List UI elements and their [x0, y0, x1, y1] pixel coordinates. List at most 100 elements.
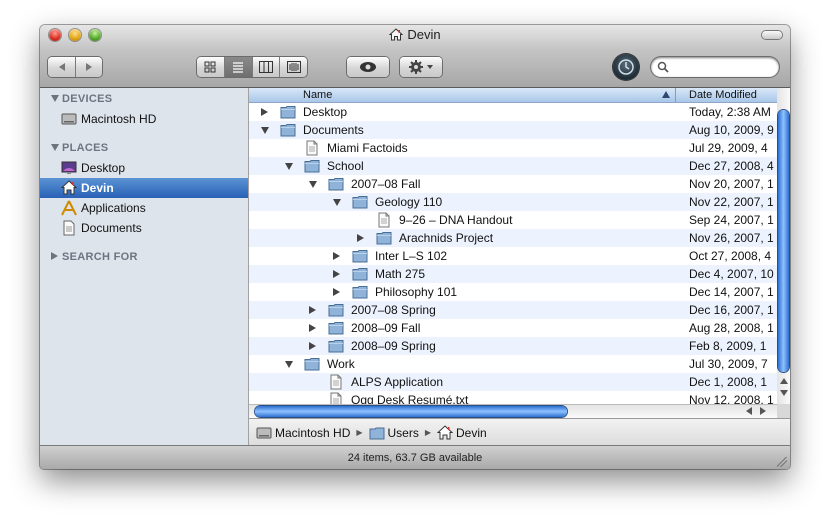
titlebar: Devin [40, 25, 790, 88]
row-name: Arachnids Project [399, 231, 494, 245]
list-row[interactable]: Geology 110 Nov 22, 2007, 1 [249, 193, 777, 211]
home-icon [61, 180, 77, 195]
disclosure-open-icon[interactable] [285, 361, 293, 368]
disclosure-closed-icon[interactable] [309, 324, 316, 332]
disclosure-closed-icon[interactable] [309, 342, 316, 350]
list-row[interactable]: Inter L–S 102 Oct 27, 2008, 4 [249, 247, 777, 265]
document-icon [328, 374, 344, 390]
list-row[interactable]: Math 275 Dec 4, 2007, 10 [249, 265, 777, 283]
vertical-scroll-thumb[interactable] [778, 110, 789, 372]
sidebar-item-documents[interactable]: Documents [40, 218, 248, 238]
vertical-scrollbar[interactable] [777, 88, 790, 404]
path-item-users[interactable]: Users [369, 425, 419, 441]
path-item-macintosh-hd[interactable]: Macintosh HD [256, 425, 350, 441]
list-row[interactable]: School Dec 27, 2008, 4 [249, 157, 777, 175]
eye-icon [360, 62, 376, 72]
list-row[interactable]: Documents Aug 10, 2009, 9 [249, 121, 777, 139]
resize-grip-icon[interactable] [777, 457, 787, 467]
back-button[interactable] [48, 57, 76, 77]
scroll-right-arrow-icon[interactable] [760, 407, 766, 415]
list-row[interactable]: 9–26 – DNA Handout Sep 24, 2007, 1 [249, 211, 777, 229]
disclosure-closed-icon[interactable] [333, 252, 340, 260]
row-name: 9–26 – DNA Handout [399, 213, 513, 227]
disclosure-closed-icon[interactable] [357, 234, 364, 242]
toolbar-toggle-button[interactable] [762, 31, 782, 39]
sidebar-item-devin[interactable]: Devin [40, 178, 248, 198]
status-text: 24 items, 63.7 GB available [347, 452, 483, 464]
icon-grid-icon [204, 61, 216, 73]
row-date-modified: Dec 4, 2007, 10 [689, 267, 774, 281]
sort-ascending-icon [662, 91, 670, 98]
list-row[interactable]: Ogg Desk Resumé.txt Nov 12, 2008, 1 [249, 391, 777, 404]
row-name: Geology 110 [375, 195, 443, 209]
row-date-modified: Aug 10, 2009, 9 [689, 123, 774, 137]
sidebar-section-devices[interactable]: DEVICES [51, 93, 112, 105]
sidebar-section-search-for[interactable]: SEARCH FOR [51, 251, 138, 263]
row-name: ALPS Application [351, 375, 444, 389]
column-header-date-modified[interactable]: Date Modified [689, 89, 757, 101]
folder-icon [304, 158, 320, 174]
path-item-devin[interactable]: Devin [437, 424, 487, 441]
row-date-modified: Aug 28, 2008, 1 [689, 321, 774, 335]
list-row[interactable]: Work Jul 30, 2009, 7 [249, 355, 777, 373]
sidebar-section-label: DEVICES [62, 93, 113, 105]
column-divider[interactable] [675, 88, 676, 102]
row-name: Ogg Desk Resumé.txt [351, 393, 469, 404]
gear-icon [409, 60, 433, 74]
nav-buttons [48, 57, 102, 77]
row-date-modified: Sep 24, 2007, 1 [689, 213, 774, 227]
disclosure-open-icon[interactable] [333, 199, 341, 206]
disclosure-closed-icon[interactable] [309, 306, 316, 314]
row-name: 2008–09 Fall [351, 321, 421, 335]
list-row[interactable]: Arachnids Project Nov 26, 2007, 1 [249, 229, 777, 247]
row-date-modified: Dec 16, 2007, 1 [689, 303, 774, 317]
list-row[interactable]: 2007–08 Fall Nov 20, 2007, 1 [249, 175, 777, 193]
search-field[interactable] [651, 57, 779, 77]
list-row[interactable]: Philosophy 101 Dec 14, 2007, 1 [249, 283, 777, 301]
list-row[interactable]: ALPS Application Dec 1, 2008, 1 [249, 373, 777, 391]
disclosure-closed-icon[interactable] [333, 270, 340, 278]
scroll-up-arrow-icon[interactable] [780, 378, 788, 384]
time-machine-icon[interactable] [613, 54, 639, 80]
sidebar-section-places[interactable]: PLACES [51, 142, 108, 154]
disclosure-closed-icon[interactable] [261, 108, 268, 116]
sidebar-item-macintosh-hd[interactable]: Macintosh HD [40, 109, 248, 129]
scroll-down-arrow-icon[interactable] [780, 390, 788, 396]
sidebar-item-applications[interactable]: Applications [40, 198, 248, 218]
icon-view-button[interactable] [197, 57, 225, 77]
path-separator-icon: ▶ [356, 428, 363, 437]
row-name: Math 275 [375, 267, 426, 281]
list-row[interactable]: 2008–09 Spring Feb 8, 2009, 1 [249, 337, 777, 355]
list-row[interactable]: Desktop Today, 2:38 AM [249, 103, 777, 121]
disclosure-open-icon [51, 144, 59, 151]
disclosure-open-icon[interactable] [261, 127, 269, 134]
column-header-name[interactable]: Name [303, 89, 332, 101]
row-name: 2008–09 Spring [351, 339, 436, 353]
list-row[interactable]: 2007–08 Spring Dec 16, 2007, 1 [249, 301, 777, 319]
disclosure-closed-icon[interactable] [333, 288, 340, 296]
document-icon [376, 212, 392, 228]
disclosure-open-icon[interactable] [309, 181, 317, 188]
list-row[interactable]: Miami Factoids Jul 29, 2009, 4 [249, 139, 777, 157]
sidebar-item-label: Documents [81, 221, 142, 235]
folder-icon [280, 122, 296, 138]
row-date-modified: Nov 12, 2008, 1 [689, 393, 774, 404]
forward-button[interactable] [76, 57, 102, 77]
list-view-button[interactable] [224, 57, 253, 77]
sidebar-item-desktop[interactable]: Desktop [40, 158, 248, 178]
list-row[interactable]: 2008–09 Fall Aug 28, 2008, 1 [249, 319, 777, 337]
horizontal-scroll-thumb[interactable] [255, 406, 567, 417]
document-icon [328, 392, 344, 404]
sidebar: DEVICES Macintosh HD PLACES Desktop Devi… [40, 88, 249, 445]
row-name: 2007–08 Spring [351, 303, 436, 317]
disclosure-open-icon[interactable] [285, 163, 293, 170]
column-view-button[interactable] [252, 57, 281, 77]
action-menu-button[interactable] [400, 57, 442, 77]
cover-flow-button[interactable] [280, 57, 307, 77]
horizontal-scrollbar[interactable] [249, 404, 777, 418]
quick-look-button[interactable] [347, 57, 389, 77]
search-input[interactable] [673, 59, 775, 76]
sidebar-item-label: Desktop [81, 161, 126, 175]
folder-icon [352, 194, 368, 210]
scroll-left-arrow-icon[interactable] [746, 407, 752, 415]
